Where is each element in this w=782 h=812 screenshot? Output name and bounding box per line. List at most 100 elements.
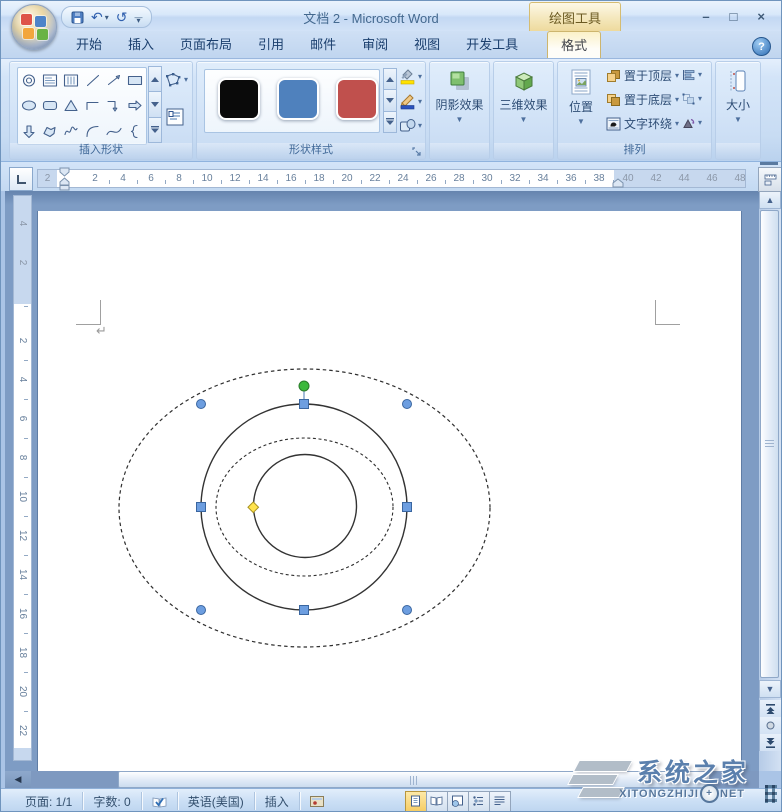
shape-style-swatch[interactable]	[218, 78, 260, 120]
customize-qat-button[interactable]: —▾	[134, 13, 142, 22]
left-brace-icon[interactable]	[127, 124, 143, 139]
office-button[interactable]	[11, 4, 57, 50]
align-button[interactable]: ▾	[682, 69, 702, 81]
resize-handle-w[interactable]	[197, 503, 206, 512]
outline-view-button[interactable]	[468, 791, 490, 812]
redo-icon[interactable]: ↺	[116, 10, 128, 24]
donut-inner-circle[interactable]	[254, 455, 357, 558]
undo-dropdown-icon[interactable]: ▾	[105, 13, 109, 22]
minimize-button[interactable]: –	[702, 9, 709, 24]
ribbon-tab[interactable]: 开始	[63, 31, 115, 58]
ribbon-tab[interactable]: 邮件	[297, 31, 349, 58]
previous-page-button[interactable]	[759, 700, 781, 717]
resize-handle-ne[interactable]	[403, 400, 412, 409]
line-icon[interactable]	[85, 73, 101, 88]
right-arrow-shape-icon[interactable]	[127, 98, 143, 113]
tab-stop-selector[interactable]	[9, 167, 33, 191]
arrow-icon[interactable]	[106, 73, 122, 88]
style-scroll-down-button[interactable]	[383, 89, 397, 111]
shape-style-swatch[interactable]	[277, 78, 319, 120]
macro-recording-indicator[interactable]	[300, 792, 334, 810]
size-button[interactable]: 大小 ▼	[716, 62, 760, 143]
vertical-text-box-icon[interactable]	[63, 73, 79, 88]
full-screen-reading-view-button[interactable]	[426, 791, 448, 812]
scroll-down-button[interactable]: ▼	[759, 680, 781, 698]
donut-shape-icon[interactable]	[21, 73, 37, 88]
indent-markers[interactable]	[58, 167, 71, 191]
ribbon-tab[interactable]: 开发工具	[453, 31, 531, 58]
text-box-icon[interactable]	[42, 73, 58, 88]
gallery-scroll-down-button[interactable]	[148, 91, 162, 117]
horizontal-scroll-thumb[interactable]	[118, 771, 710, 788]
shape-style-swatch[interactable]	[336, 78, 378, 120]
resize-handle-nw[interactable]	[197, 400, 206, 409]
curve-icon[interactable]	[106, 124, 122, 139]
help-button[interactable]: ?	[752, 37, 771, 56]
ribbon-tab[interactable]: 格式	[547, 31, 601, 58]
resize-handle-s[interactable]	[300, 606, 309, 615]
elbow-connector-icon[interactable]	[85, 98, 101, 113]
donut-outer-circle[interactable]	[201, 404, 407, 610]
style-more-button[interactable]	[383, 111, 397, 133]
vertical-scrollbar[interactable]: ▲ ▼	[759, 191, 781, 771]
scroll-left-button[interactable]: ◀	[5, 771, 31, 788]
gallery-scroll-up-button[interactable]	[148, 66, 162, 92]
rounded-rectangle-icon[interactable]	[42, 98, 58, 113]
elbow-arrow-connector-icon[interactable]	[106, 98, 122, 113]
select-browse-object-button[interactable]	[759, 717, 781, 734]
right-indent-marker[interactable]	[612, 178, 624, 188]
text-wrapping-button[interactable]: 文字环绕▾	[606, 115, 679, 132]
adjust-handle[interactable]	[248, 502, 259, 513]
draft-view-button[interactable]	[489, 791, 511, 812]
text-box-button[interactable]	[166, 108, 184, 126]
arc-icon[interactable]	[85, 124, 101, 139]
rotate-button[interactable]: ▾	[682, 117, 702, 129]
split-handle[interactable]	[760, 162, 778, 165]
shape-outline-button[interactable]: ▾	[399, 93, 422, 110]
language-indicator[interactable]: 英语(美国)	[178, 792, 255, 810]
print-layout-view-button[interactable]	[405, 791, 427, 812]
rectangle-icon[interactable]	[127, 73, 143, 88]
position-button[interactable]: 位置 ▼	[560, 62, 602, 143]
threed-effects-button[interactable]: 三维效果 ▼	[494, 62, 553, 143]
shape-styles-dialog-launcher-icon[interactable]	[412, 147, 422, 157]
group-objects-button[interactable]: ▾	[682, 93, 702, 105]
view-ruler-toggle-button[interactable]	[758, 167, 782, 192]
send-to-back-button[interactable]: 置于底层▾	[606, 91, 679, 108]
bring-to-front-button[interactable]: 置于顶层▾	[606, 67, 679, 84]
close-button[interactable]: ×	[757, 9, 765, 24]
save-icon[interactable]	[71, 11, 84, 24]
scroll-up-button[interactable]: ▲	[759, 191, 781, 209]
proofing-status[interactable]	[142, 792, 178, 810]
undo-icon[interactable]: ↶	[91, 10, 103, 24]
scribble-icon[interactable]	[63, 124, 79, 139]
oval-icon[interactable]	[21, 98, 37, 113]
page-indicator[interactable]: 页面: 1/1	[15, 792, 83, 810]
style-scroll-up-button[interactable]	[383, 68, 397, 90]
ribbon-tab[interactable]: 审阅	[349, 31, 401, 58]
shadow-effects-button[interactable]: 阴影效果 ▼	[430, 62, 489, 143]
ribbon-tab[interactable]: 视图	[401, 31, 453, 58]
ribbon-tab[interactable]: 插入	[115, 31, 167, 58]
web-layout-view-button[interactable]	[447, 791, 469, 812]
next-page-button[interactable]	[759, 734, 781, 751]
resize-handle-sw[interactable]	[197, 606, 206, 615]
down-arrow-shape-icon[interactable]	[21, 124, 37, 139]
horizontal-scrollbar[interactable]: ◀	[5, 771, 759, 788]
insert-mode-indicator[interactable]: 插入	[255, 792, 300, 810]
resize-handle-n[interactable]	[300, 400, 309, 409]
word-count[interactable]: 字数: 0	[83, 792, 141, 810]
shape-fill-button[interactable]: ▾	[399, 68, 422, 85]
document-area[interactable]: ↵	[5, 191, 759, 771]
maximize-button[interactable]: □	[730, 9, 738, 24]
vertical-scroll-thumb[interactable]	[760, 210, 779, 678]
gallery-more-button[interactable]	[148, 117, 162, 143]
triangle-icon[interactable]	[63, 98, 79, 113]
change-shape-button[interactable]: ▾	[399, 118, 422, 133]
edit-shape-button[interactable]: ▾	[164, 72, 188, 88]
resize-handle-se[interactable]	[403, 606, 412, 615]
ribbon-tab[interactable]: 页面布局	[167, 31, 245, 58]
rotation-handle[interactable]	[299, 381, 309, 391]
inner-dashed-oval[interactable]	[216, 438, 393, 576]
resize-handle-e[interactable]	[403, 503, 412, 512]
